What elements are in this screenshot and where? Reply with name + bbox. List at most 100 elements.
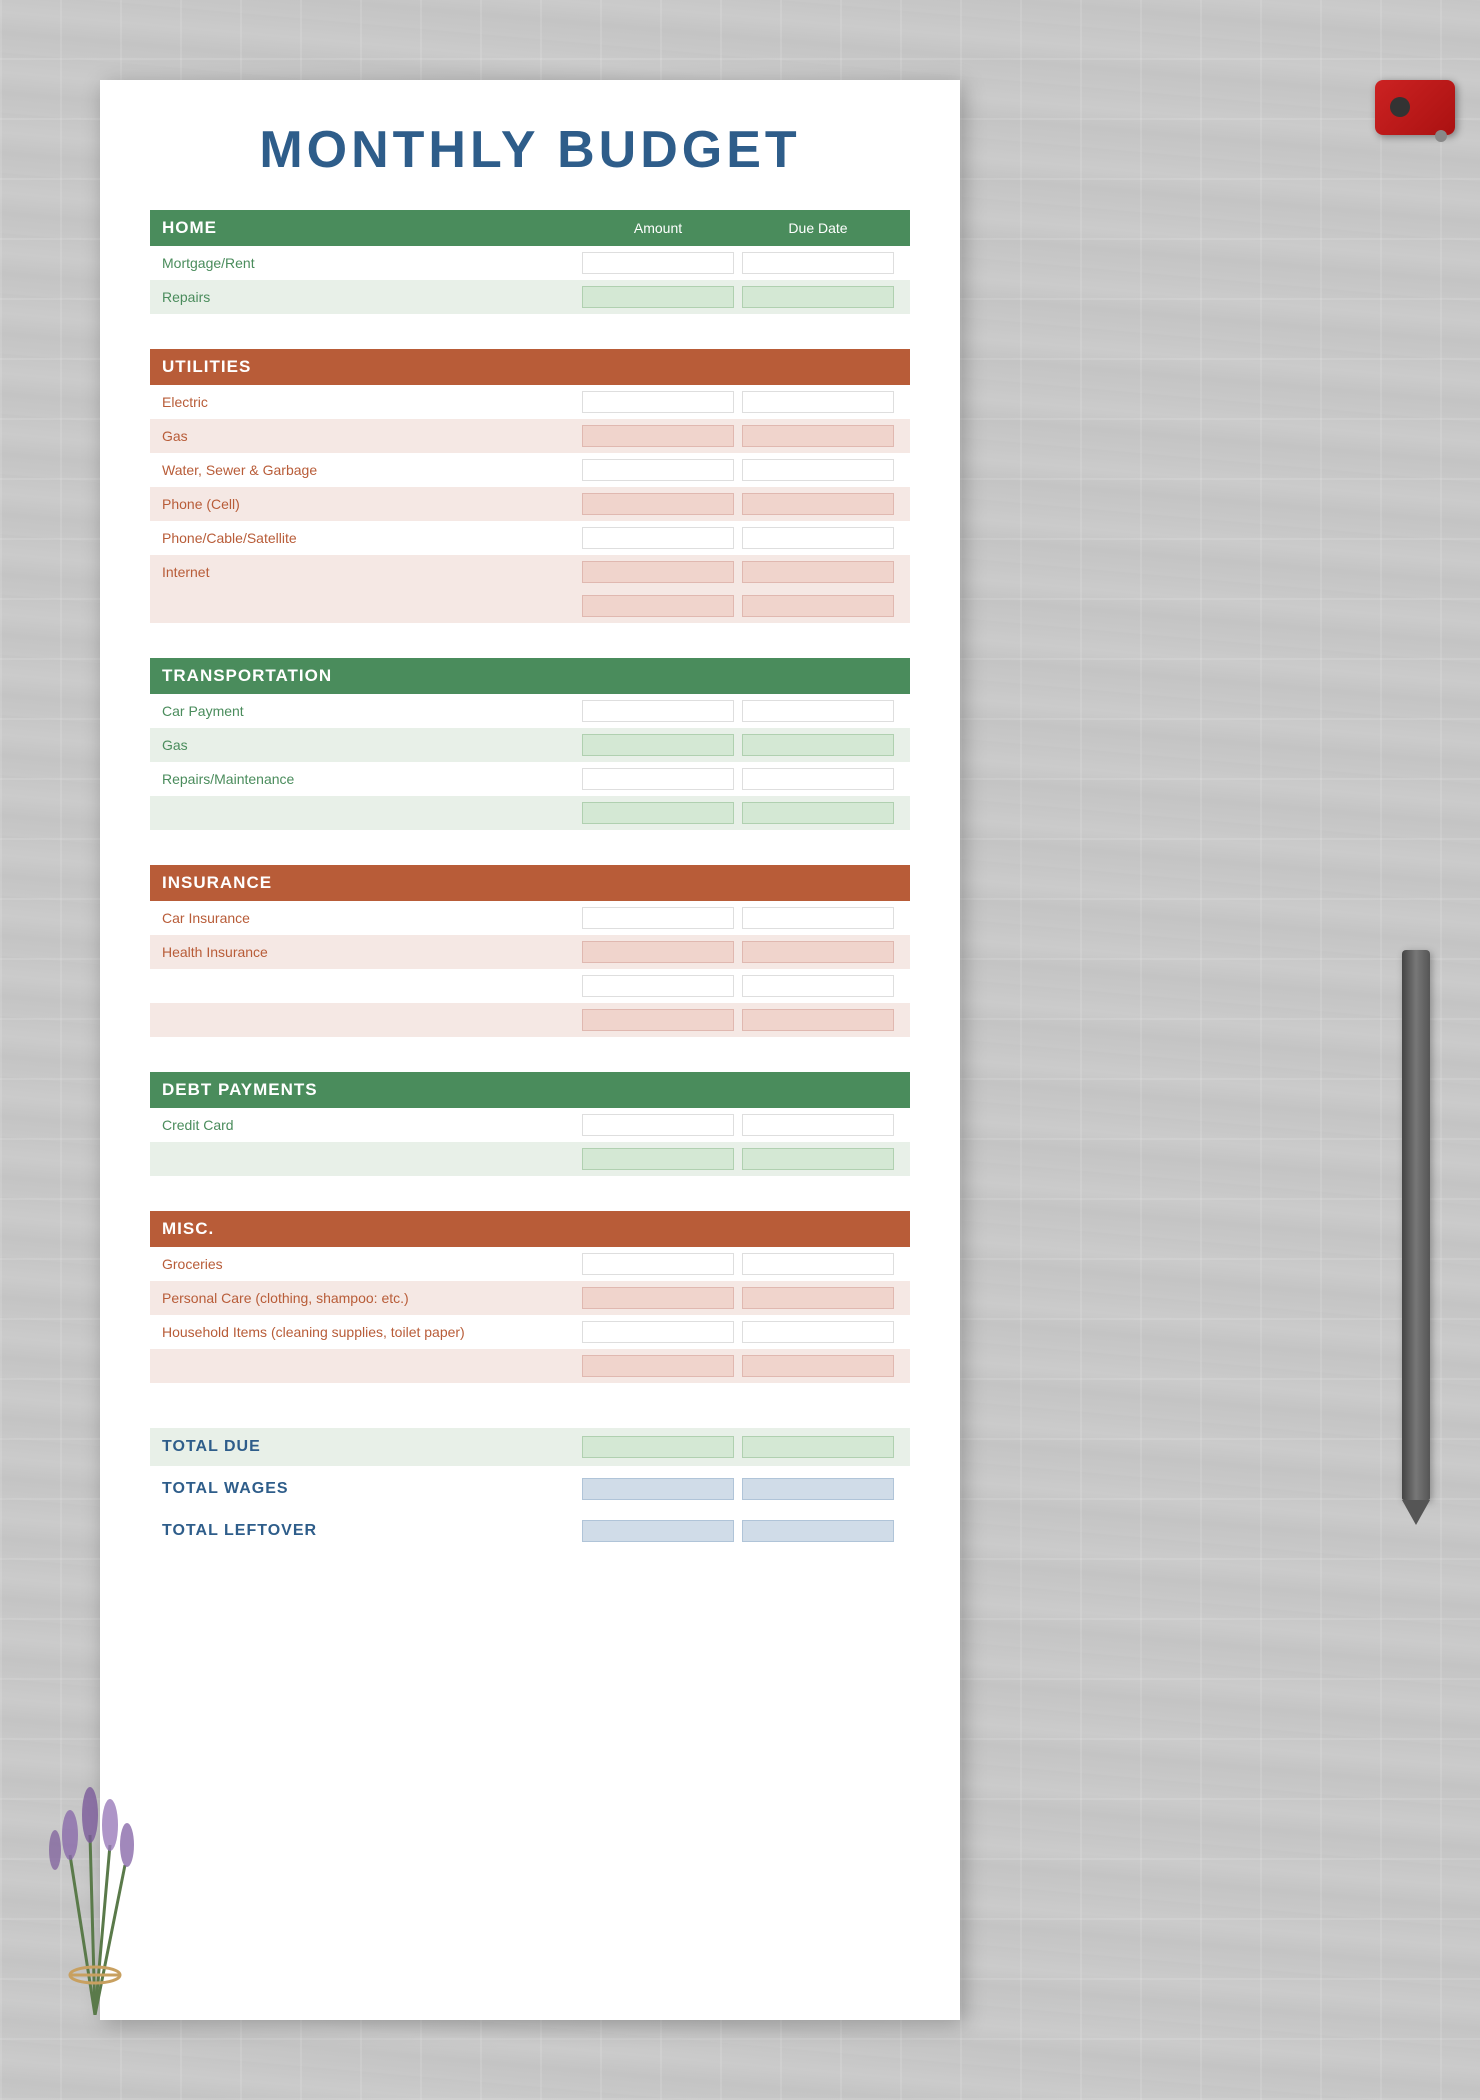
table-row: Electric [150, 385, 910, 419]
repairs-due-input[interactable] [742, 286, 894, 308]
table-row [150, 969, 910, 1003]
total-due-amount-input[interactable] [582, 1436, 734, 1458]
table-row: Gas [150, 728, 910, 762]
water-label: Water, Sewer & Garbage [162, 462, 578, 478]
internet-amount-input[interactable] [582, 561, 734, 583]
repairs-amount-input[interactable] [582, 286, 734, 308]
sharpener-body [1375, 80, 1455, 135]
gas-transport-due-input[interactable] [742, 734, 894, 756]
table-row: Car Payment [150, 694, 910, 728]
total-wages-amount-input[interactable] [582, 1478, 734, 1500]
mortgage-amount-input[interactable] [582, 252, 734, 274]
transport-extra-amount-input[interactable] [582, 802, 734, 824]
phone-cell-due-input[interactable] [742, 493, 894, 515]
table-row [150, 1003, 910, 1037]
debt-label: DEBT PAYMENTS [162, 1080, 578, 1100]
table-row: Groceries [150, 1247, 910, 1281]
credit-card-label: Credit Card [162, 1117, 578, 1133]
transport-extra-due-input[interactable] [742, 802, 894, 824]
lavender-decoration [30, 1735, 160, 2020]
transportation-header: TRANSPORTATION [150, 658, 910, 694]
water-due-input[interactable] [742, 459, 894, 481]
insurance-extra1-due-input[interactable] [742, 975, 894, 997]
total-wages-label: TOTAL WAGES [162, 1480, 578, 1498]
budget-paper: MONTHLY BUDGET HOME Amount Due Date Mort… [100, 80, 960, 2020]
gas-utilities-label: Gas [162, 428, 578, 444]
insurance-extra2-due-input[interactable] [742, 1009, 894, 1031]
table-row: Repairs/Maintenance [150, 762, 910, 796]
home-label: HOME [162, 218, 578, 238]
gas-transport-amount-input[interactable] [582, 734, 734, 756]
repairs-maintenance-due-input[interactable] [742, 768, 894, 790]
water-amount-input[interactable] [582, 459, 734, 481]
personal-care-due-input[interactable] [742, 1287, 894, 1309]
health-insurance-amount-input[interactable] [582, 941, 734, 963]
total-leftover-amount-input[interactable] [582, 1520, 734, 1542]
gas-transport-label: Gas [162, 737, 578, 753]
misc-extra-due-input[interactable] [742, 1355, 894, 1377]
lavender-svg [30, 1735, 160, 2015]
table-row: Phone/Cable/Satellite [150, 521, 910, 555]
insurance-section: INSURANCE Car Insurance Health Insurance [150, 865, 910, 1037]
car-payment-label: Car Payment [162, 703, 578, 719]
phone-cell-amount-input[interactable] [582, 493, 734, 515]
pencil-sharpener-decoration [1370, 60, 1460, 150]
misc-section: MISC. Groceries Personal Care (clothing,… [150, 1211, 910, 1383]
pen-tip [1402, 1500, 1430, 1525]
utilities-label: UTILITIES [162, 357, 578, 377]
gas-amount-input[interactable] [582, 425, 734, 447]
utilities-extra-amount-input[interactable] [582, 595, 734, 617]
total-wages-row: TOTAL WAGES [150, 1470, 910, 1508]
repairs-maintenance-amount-input[interactable] [582, 768, 734, 790]
insurance-header: INSURANCE [150, 865, 910, 901]
pen-body [1402, 950, 1430, 1500]
utilities-extra-due-input[interactable] [742, 595, 894, 617]
internet-due-input[interactable] [742, 561, 894, 583]
car-insurance-label: Car Insurance [162, 910, 578, 926]
insurance-label: INSURANCE [162, 873, 578, 893]
household-amount-input[interactable] [582, 1321, 734, 1343]
total-leftover-label: TOTAL LEFTOVER [162, 1522, 578, 1540]
insurance-extra2-amount-input[interactable] [582, 1009, 734, 1031]
total-leftover-row: TOTAL LEFTOVER [150, 1512, 910, 1550]
electric-amount-input[interactable] [582, 391, 734, 413]
insurance-extra1-amount-input[interactable] [582, 975, 734, 997]
personal-care-amount-input[interactable] [582, 1287, 734, 1309]
car-insurance-due-input[interactable] [742, 907, 894, 929]
total-wages-date-input[interactable] [742, 1478, 894, 1500]
health-insurance-due-input[interactable] [742, 941, 894, 963]
total-due-label: TOTAL DUE [162, 1438, 578, 1456]
debt-extra-amount-input[interactable] [582, 1148, 734, 1170]
phone-cable-label: Phone/Cable/Satellite [162, 530, 578, 546]
misc-header: MISC. [150, 1211, 910, 1247]
table-row: Health Insurance [150, 935, 910, 969]
misc-label: MISC. [162, 1219, 578, 1239]
credit-card-amount-input[interactable] [582, 1114, 734, 1136]
table-row: Water, Sewer & Garbage [150, 453, 910, 487]
table-row: Credit Card [150, 1108, 910, 1142]
credit-card-due-input[interactable] [742, 1114, 894, 1136]
table-row: Mortgage/Rent [150, 246, 910, 280]
total-leftover-date-input[interactable] [742, 1520, 894, 1542]
health-insurance-label: Health Insurance [162, 944, 578, 960]
car-insurance-amount-input[interactable] [582, 907, 734, 929]
car-payment-due-input[interactable] [742, 700, 894, 722]
totals-section: TOTAL DUE TOTAL WAGES TOTAL LEFTOVER [150, 1428, 910, 1550]
gas-due-input[interactable] [742, 425, 894, 447]
debt-extra-due-input[interactable] [742, 1148, 894, 1170]
personal-care-label: Personal Care (clothing, shampoo: etc.) [162, 1290, 578, 1306]
household-due-input[interactable] [742, 1321, 894, 1343]
phone-cable-amount-input[interactable] [582, 527, 734, 549]
electric-due-input[interactable] [742, 391, 894, 413]
car-payment-amount-input[interactable] [582, 700, 734, 722]
household-items-label: Household Items (cleaning supplies, toil… [162, 1324, 578, 1340]
groceries-label: Groceries [162, 1256, 578, 1272]
table-row: Phone (Cell) [150, 487, 910, 521]
phone-cable-due-input[interactable] [742, 527, 894, 549]
mortgage-due-input[interactable] [742, 252, 894, 274]
transportation-section: TRANSPORTATION Car Payment Gas Repairs/M… [150, 658, 910, 830]
misc-extra-amount-input[interactable] [582, 1355, 734, 1377]
total-due-date-input[interactable] [742, 1436, 894, 1458]
groceries-amount-input[interactable] [582, 1253, 734, 1275]
groceries-due-input[interactable] [742, 1253, 894, 1275]
